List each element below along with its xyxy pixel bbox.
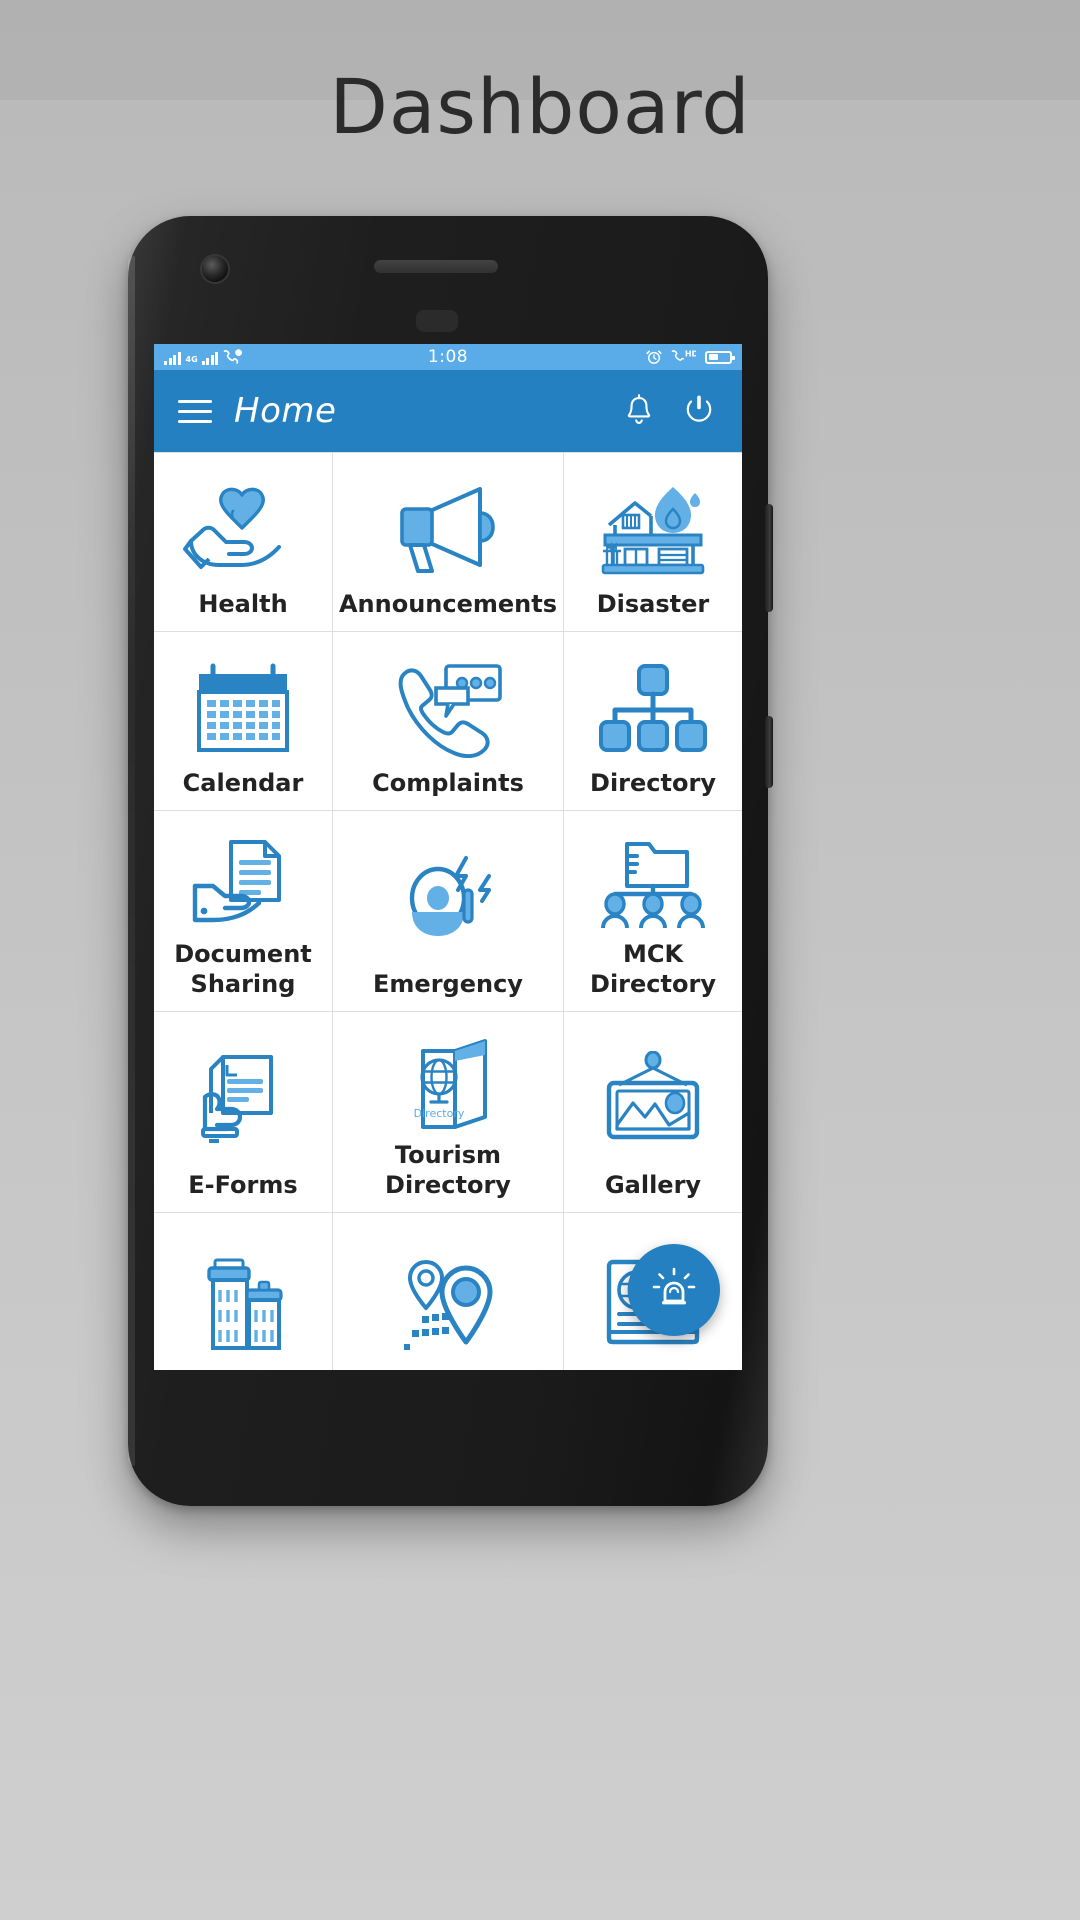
phone-device-mockup: 4G 1:08 H Home Health Announcements Disa… <box>128 216 773 1506</box>
tile-label: Disaster <box>596 589 710 618</box>
tile-label: Document Sharing <box>174 940 312 998</box>
tile-mck-directory[interactable]: MCK Directory <box>564 811 742 1011</box>
org-chart-icon <box>564 648 742 769</box>
tile-label: Complaints <box>372 768 524 797</box>
power-button[interactable] <box>765 716 773 788</box>
tile-calendar[interactable]: Calendar <box>154 632 332 810</box>
hand-holding-form-icon <box>154 1028 332 1171</box>
tile-announcements[interactable]: Announcements <box>332 453 564 631</box>
app-bar-title: Home <box>234 391 337 431</box>
screenshot-root: Dashboard 4G 1:08 H Home Health Announce… <box>0 0 1080 1920</box>
app-bar: Home <box>154 370 742 452</box>
map-pins-icon <box>333 1229 563 1370</box>
proximity-sensor <box>416 310 458 332</box>
notifications-bell-icon[interactable] <box>620 392 658 430</box>
buildings-icon <box>154 1229 332 1370</box>
tile-label: Gallery <box>604 1170 702 1199</box>
document-in-hand-icon <box>154 827 332 940</box>
phone-chat-icon <box>333 648 563 769</box>
power-logout-icon[interactable] <box>680 392 718 430</box>
hamburger-menu-icon[interactable] <box>178 399 212 423</box>
android-status-bar: 4G 1:08 H <box>154 344 742 370</box>
tile-label: Tourism Directory <box>385 1141 511 1199</box>
tile-emergency[interactable]: Emergency <box>332 811 564 1011</box>
tile-label: Emergency <box>373 969 523 998</box>
battery-icon <box>705 350 735 364</box>
house-on-fire-icon <box>564 469 742 590</box>
tile-map-pins[interactable] <box>332 1213 564 1370</box>
tile-label: E-Forms <box>188 1170 298 1199</box>
alarm-bell-icon <box>333 827 563 970</box>
tile-buildings[interactable] <box>154 1213 332 1370</box>
tile-label: MCK Directory <box>590 940 716 998</box>
tile-gallery[interactable]: Gallery <box>564 1012 742 1212</box>
phone-screen: 4G 1:08 H Home Health Announcements Disa… <box>154 344 742 1370</box>
dashboard-tile-grid: Health Announcements Disaster Calendar C… <box>154 452 742 1370</box>
heart-in-hand-icon <box>154 469 332 590</box>
folder-people-icon <box>564 827 742 940</box>
front-camera-icon <box>202 256 228 282</box>
megaphone-icon <box>333 469 563 590</box>
earpiece-speaker <box>374 260 498 273</box>
framed-picture-icon <box>564 1028 742 1171</box>
emergency-alert-fab[interactable] <box>628 1244 720 1336</box>
tile-document-sharing[interactable]: Document Sharing <box>154 811 332 1011</box>
phone-left-rail <box>128 256 135 1466</box>
tile-label: Calendar <box>182 768 304 797</box>
tile-label: Health <box>198 589 288 618</box>
tile-health[interactable]: Health <box>154 453 332 631</box>
volume-button[interactable] <box>765 504 773 612</box>
tile-label: Announcements <box>338 589 558 618</box>
tile-e-forms[interactable]: E-Forms <box>154 1012 332 1212</box>
emergency-siren-icon <box>652 1267 696 1305</box>
calendar-icon <box>154 648 332 769</box>
brochure-globe-icon: Directory <box>333 1028 563 1141</box>
tile-tourism-directory[interactable]: Directory Tourism Directory <box>332 1012 564 1212</box>
tile-directory[interactable]: Directory <box>564 632 742 810</box>
tile-disaster[interactable]: Disaster <box>564 453 742 631</box>
tile-label: Directory <box>590 768 716 797</box>
tile-complaints[interactable]: Complaints <box>332 632 564 810</box>
status-bar-clock: 1:08 <box>427 347 469 367</box>
brochure-globe-icon-text: Directory <box>414 1107 465 1120</box>
page-title: Dashboard <box>329 62 751 151</box>
